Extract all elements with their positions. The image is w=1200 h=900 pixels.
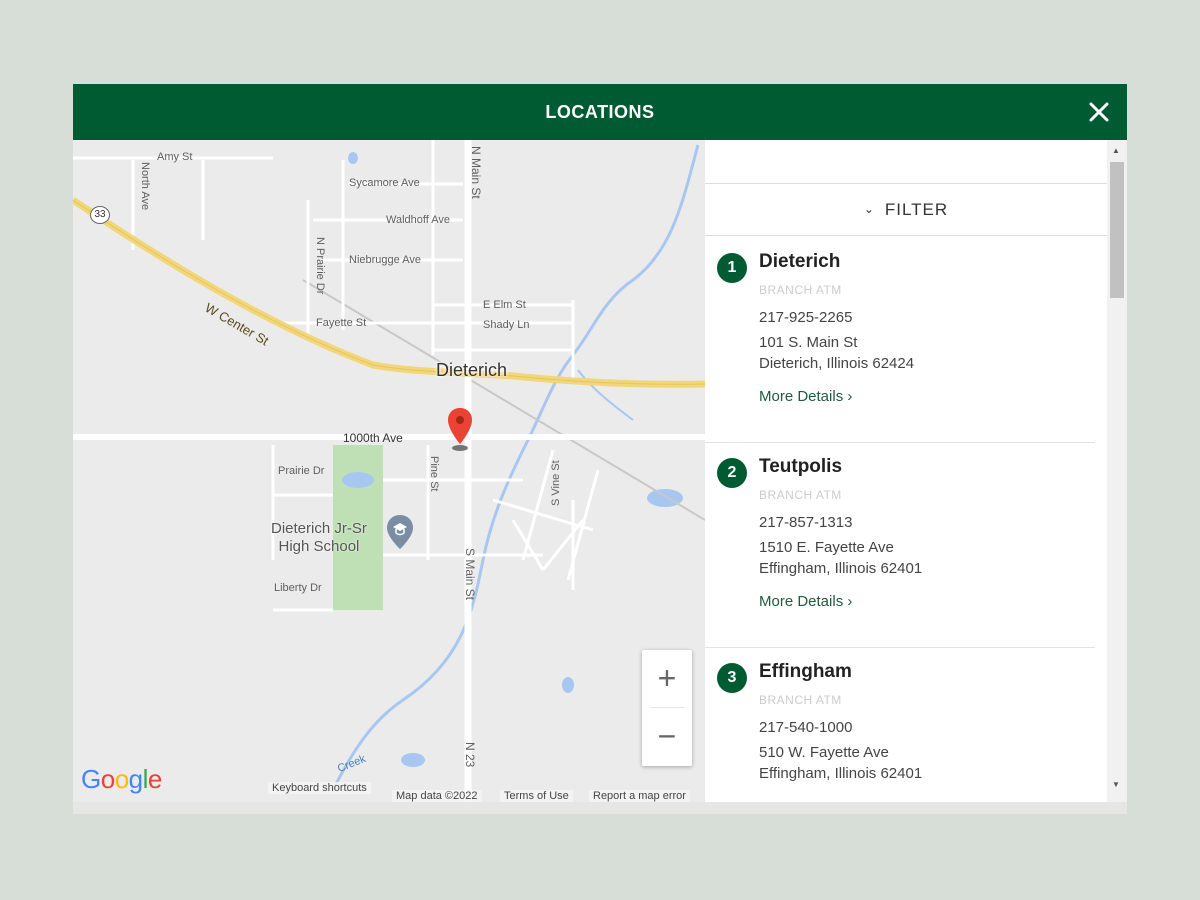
scroll-up-icon[interactable]: ▲ (1112, 146, 1120, 155)
zoom-out-button[interactable]: − (642, 708, 692, 765)
report-map-error-link[interactable]: Report a map error (589, 790, 690, 802)
street-label: N 23 (463, 742, 477, 768)
scroll-down-icon[interactable]: ▼ (1112, 780, 1120, 789)
panel-search-area[interactable] (705, 140, 1107, 184)
location-phone[interactable]: 217-540-1000 (759, 719, 852, 736)
street-label: Pine St (428, 456, 440, 492)
location-number: 1 (717, 253, 747, 283)
school-icon[interactable] (387, 515, 413, 549)
school-label: Dieterich Jr-Sr High School (271, 520, 367, 556)
highway-33-shield: 33 (90, 206, 110, 224)
location-address-line1: 101 S. Main St (759, 334, 858, 351)
street-label: Waldhoff Ave (386, 214, 451, 226)
location-number: 3 (717, 663, 747, 693)
location-type: BRANCH ATM (759, 693, 842, 707)
street-label: North Ave (139, 162, 151, 211)
street-label: E Elm St (483, 299, 526, 311)
street-label: Sycamore Ave (349, 177, 420, 189)
location-number: 2 (717, 458, 747, 488)
panel-scrollbar[interactable]: ▲ ▼ (1107, 140, 1127, 802)
town-label: Dieterich (436, 360, 508, 380)
chevron-down-icon: ⌄ (863, 202, 875, 216)
close-icon[interactable] (1085, 98, 1113, 126)
filter-button[interactable]: ⌄ FILTER (705, 184, 1107, 236)
location-address-line1: 1510 E. Fayette Ave (759, 539, 894, 556)
street-label: Shady Ln (483, 319, 530, 331)
location-name: Dieterich (759, 251, 841, 272)
street-label: Amy St (157, 151, 193, 163)
school-label-line2: High School (278, 538, 360, 555)
modal-title: LOCATIONS (545, 102, 655, 122)
location-item[interactable]: 2 Teutpolis BRANCH ATM 217-857-1313 1510… (705, 442, 1095, 648)
street-label: S Main St (463, 548, 477, 601)
more-details-link[interactable]: More Details › (759, 388, 852, 405)
location-name: Effingham (759, 661, 852, 682)
location-item[interactable]: 1 Dieterich BRANCH ATM 217-925-2265 101 … (705, 237, 1095, 443)
location-address-line2: Effingham, Illinois 62401 (759, 560, 923, 577)
location-name: Teutpolis (759, 456, 843, 477)
location-address-line1: 510 W. Fayette Ave (759, 744, 889, 761)
street-label: N Prairie Dr (314, 237, 326, 295)
google-logo-letter: g (128, 764, 143, 794)
google-logo-letter: e (147, 764, 162, 794)
street-label: Niebrugge Ave (349, 254, 421, 266)
map-canvas (73, 140, 705, 802)
street-label: Prairie Dr (278, 465, 325, 477)
map-data-text: Map data ©2022 (392, 790, 482, 802)
location-item[interactable]: 3 Effingham BRANCH ATM 217-540-1000 510 … (705, 647, 1095, 802)
street-label: N Main St (469, 146, 483, 199)
zoom-control: + − (642, 650, 692, 766)
location-address-line2: Dieterich, Illinois 62424 (759, 355, 915, 372)
location-phone[interactable]: 217-925-2265 (759, 309, 852, 326)
street-label: S Vine St (550, 460, 562, 506)
map-pin-icon[interactable] (448, 408, 472, 454)
scroll-thumb[interactable] (1110, 162, 1124, 298)
street-label: Fayette St (316, 317, 367, 329)
keyboard-shortcuts-link[interactable]: Keyboard shortcuts (268, 782, 371, 794)
map-view[interactable]: 33 Amy St Sycamore Ave Waldhoff Ave Nieb… (73, 140, 705, 802)
terms-link[interactable]: Terms of Use (500, 790, 573, 802)
filter-label: FILTER (884, 200, 949, 219)
google-logo[interactable]: Google (81, 764, 162, 795)
location-phone[interactable]: 217-857-1313 (759, 514, 852, 531)
google-logo-letter: o (114, 764, 129, 794)
school-label-line1: Dieterich Jr-Sr (271, 520, 367, 537)
zoom-in-button[interactable]: + (642, 650, 692, 707)
location-address-line2: Effingham, Illinois 62401 (759, 765, 923, 782)
modal-header: LOCATIONS (73, 84, 1127, 140)
street-label: 1000th Ave (343, 431, 403, 445)
google-logo-letter: G (81, 764, 101, 794)
street-label: Liberty Dr (274, 582, 322, 594)
location-type: BRANCH ATM (759, 488, 842, 502)
google-logo-letter: o (100, 764, 115, 794)
locations-modal: LOCATIONS 33 Amy St Sycamore Ave Waldhof… (73, 84, 1127, 814)
more-details-link[interactable]: More Details › (759, 593, 852, 610)
locations-panel: ⌄ FILTER 1 Dieterich BRANCH ATM 217-925-2… (705, 140, 1127, 802)
location-type: BRANCH ATM (759, 283, 842, 297)
